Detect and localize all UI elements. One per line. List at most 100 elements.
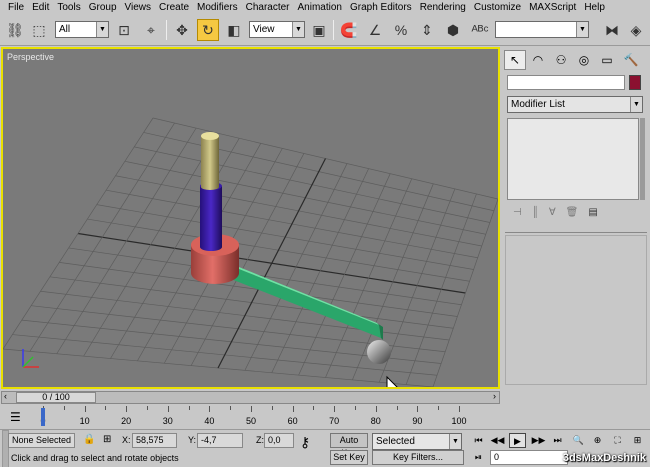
menu-rendering[interactable]: Rendering	[416, 0, 470, 16]
track-bar[interactable]: ☰ 0102030405060708090100	[0, 406, 500, 429]
create-tab-icon[interactable]: ↖	[504, 50, 526, 70]
track-tick	[313, 406, 315, 410]
gray-sphere[interactable]	[367, 340, 391, 364]
make-unique-icon[interactable]: ∀	[549, 207, 556, 218]
configure-modifier-sets-icon[interactable]: ▤	[588, 207, 597, 218]
zoom-all-icon[interactable]: ⊕	[589, 433, 606, 448]
selection-filter-dropdown[interactable]: All ▼	[55, 21, 109, 38]
pin-stack-icon[interactable]: ⊣	[513, 207, 522, 218]
menu-customize[interactable]: Customize	[470, 0, 525, 16]
perspective-viewport[interactable]: Perspective	[1, 47, 500, 389]
blue-cylinder[interactable]	[200, 182, 222, 251]
move-icon[interactable]: ✥	[171, 19, 193, 41]
next-frame-icon[interactable]: ▶▶	[530, 433, 547, 448]
menu-file[interactable]: File	[4, 0, 28, 16]
menu-bar: File Edit Tools Group Views Create Modifiers Ch…	[0, 0, 650, 16]
current-frame-field[interactable]: 0	[490, 450, 568, 465]
select-link-icon[interactable]: ⛓	[4, 19, 26, 41]
menu-edit[interactable]: Edit	[28, 0, 53, 16]
hierarchy-tab-icon[interactable]: ⚇	[550, 50, 572, 70]
play-icon[interactable]: ▶	[509, 433, 526, 448]
time-prev-icon[interactable]: ‹	[4, 391, 7, 401]
menu-help[interactable]: Help	[580, 0, 609, 16]
track-tick-label: 70	[329, 416, 340, 426]
track-tick	[271, 406, 273, 410]
key-mode-dropdown[interactable]: Selected ▼	[372, 433, 462, 450]
menu-character[interactable]: Character	[242, 0, 294, 16]
snap-3d-icon[interactable]: 🧲	[338, 19, 360, 41]
selection-lock-icon[interactable]: 🔒	[83, 432, 95, 447]
y-coord-value: -4,7	[201, 435, 217, 445]
modify-tab-icon[interactable]: ◠	[527, 50, 549, 70]
show-end-result-icon[interactable]: ║	[532, 207, 539, 218]
edit-named-selection-icon[interactable]: ᴬᴮᶜ	[469, 19, 491, 41]
percent-snap-icon[interactable]: %	[390, 19, 412, 41]
time-slider-thumb[interactable]: 0 / 100	[16, 392, 96, 403]
y-coord-field[interactable]: -4,7	[197, 433, 243, 448]
select-object-icon[interactable]: ⌖	[140, 19, 162, 41]
tan-cylinder[interactable]	[201, 132, 219, 190]
track-tick	[105, 406, 107, 410]
chevron-down-icon: ▼	[449, 434, 461, 449]
menu-animation[interactable]: Animation	[294, 0, 346, 16]
menu-modifiers[interactable]: Modifiers	[193, 0, 242, 16]
track-tick	[355, 406, 356, 410]
key-icon[interactable]: ⚷	[300, 435, 310, 449]
menu-create[interactable]: Create	[155, 0, 193, 16]
rotate-icon[interactable]: ↻	[197, 19, 219, 41]
menu-views[interactable]: Views	[121, 0, 156, 16]
select-by-name-icon[interactable]: ⊡	[113, 19, 135, 41]
key-mode-toggle-icon[interactable]: ⏯	[470, 450, 487, 465]
auto-key-button[interactable]: Auto Key	[330, 433, 368, 458]
home-grid	[3, 117, 498, 387]
time-next-icon[interactable]: ›	[493, 391, 496, 401]
key-mode-value: Selected	[376, 436, 415, 447]
track-tick-label: 90	[412, 416, 423, 426]
object-name-field[interactable]	[507, 75, 625, 90]
z-coord-field[interactable]: 0,0	[264, 433, 294, 448]
menu-group[interactable]: Group	[85, 0, 121, 16]
track-tick-label: 40	[204, 416, 215, 426]
key-filters-button[interactable]: Key Filters...	[372, 450, 464, 465]
angle-snap-icon[interactable]: ∠	[364, 19, 386, 41]
set-key-button[interactable]: Set Key	[330, 450, 368, 465]
menu-maxscript[interactable]: MAXScript	[525, 0, 580, 16]
zoom-extents-icon[interactable]: ⛶	[609, 433, 626, 448]
zoom-extents-all-icon[interactable]: ⊞	[629, 433, 646, 448]
remove-modifier-icon[interactable]: 🗑	[566, 207, 579, 218]
align-icon[interactable]: ◈	[625, 19, 647, 41]
utilities-tab-icon[interactable]: 🔨	[620, 50, 642, 70]
motion-tab-icon[interactable]: ◎	[573, 50, 595, 70]
time-slider[interactable]: ‹ 0 / 100 ›	[1, 391, 500, 404]
track-tick	[126, 406, 128, 412]
previous-frame-icon[interactable]: ◀◀	[489, 433, 506, 448]
selection-filter-value: All	[59, 24, 71, 35]
scale-icon[interactable]: ◧	[223, 19, 245, 41]
modifier-stack-scrollbar[interactable]	[640, 118, 645, 200]
zoom-icon[interactable]: 🔍	[570, 433, 587, 448]
menu-graph-editors[interactable]: Graph Editors	[346, 0, 416, 16]
display-tab-icon[interactable]: ▭	[596, 50, 618, 70]
absolute-transform-icon[interactable]: ⊞	[103, 432, 111, 447]
modifier-list-dropdown[interactable]: Modifier List ▼	[507, 96, 643, 113]
viewport-scene	[3, 117, 498, 387]
go-to-start-icon[interactable]: ⏮	[470, 433, 487, 448]
reference-coord-dropdown[interactable]: View ▼	[249, 21, 305, 38]
go-to-end-icon[interactable]: ⏭	[549, 433, 566, 448]
grid-line	[432, 198, 498, 387]
pivot-center-icon[interactable]: ▣	[308, 19, 330, 41]
modifier-stack[interactable]	[507, 118, 639, 200]
current-frame-value: 0	[494, 452, 500, 462]
named-sets-icon[interactable]: ⬢	[442, 19, 464, 41]
track-tick-label: 20	[121, 416, 132, 426]
mirror-icon[interactable]: ⧓	[601, 19, 623, 41]
x-coord-field[interactable]: 58,575	[132, 433, 177, 448]
menu-tools[interactable]: Tools	[53, 0, 84, 16]
object-color-swatch[interactable]	[629, 75, 641, 90]
region-select-icon[interactable]: ⬚	[28, 19, 50, 41]
named-selection-dropdown[interactable]: ▼	[495, 21, 589, 38]
track-tick	[334, 406, 336, 412]
mouse-cursor-icon	[386, 375, 398, 387]
spinner-snap-icon[interactable]: ⇕	[416, 19, 438, 41]
track-tick	[438, 406, 440, 410]
